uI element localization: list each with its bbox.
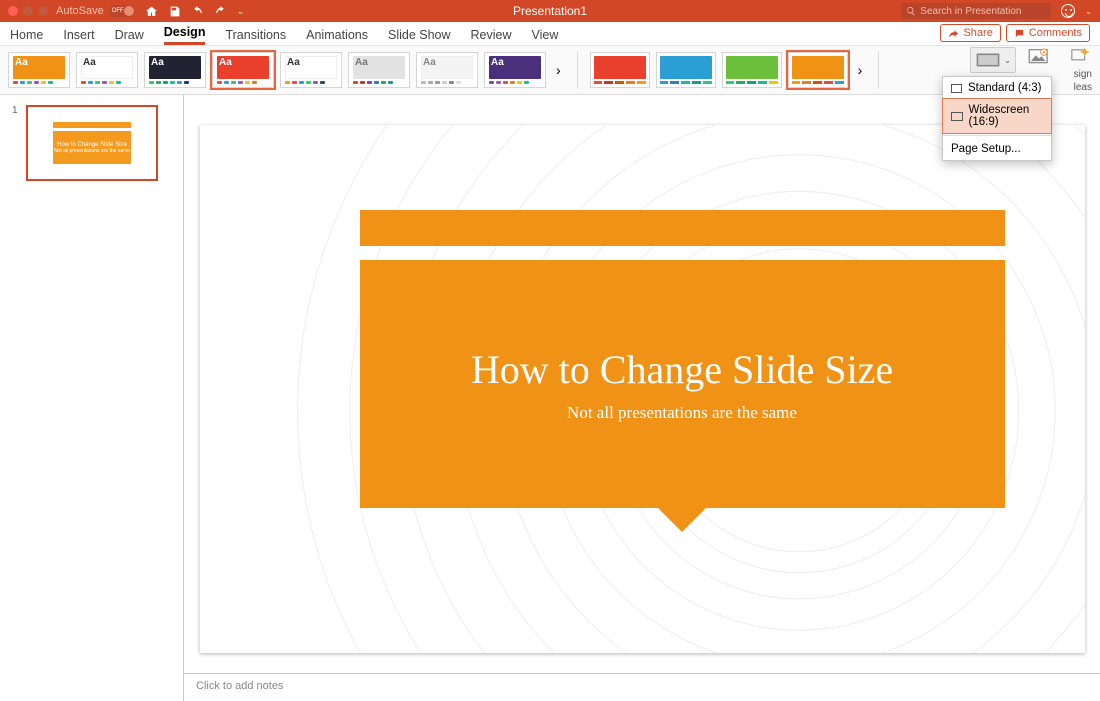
callout-tail-icon — [658, 508, 706, 532]
variant-orange-selected[interactable] — [788, 52, 848, 88]
slide-title-text[interactable]: How to Change Slide Size — [471, 346, 893, 393]
theme-option-1[interactable]: Aa — [8, 52, 70, 88]
theme-option-4-selected[interactable]: Aa — [212, 52, 274, 88]
autosave-toggle[interactable]: OFF — [109, 5, 135, 17]
tab-review[interactable]: Review — [471, 25, 512, 45]
widescreen-label: Widescreen (16:9) — [969, 104, 1043, 128]
callout-top-bar — [360, 210, 1005, 246]
theme-option-8[interactable]: Aa — [484, 52, 546, 88]
tab-transitions[interactable]: Transitions — [225, 25, 286, 45]
title-bar: AutoSave OFF ⌄ Presentation1 Search in P… — [0, 0, 1100, 22]
maximize-window-button[interactable] — [38, 6, 48, 16]
titlebar-right: Search in Presentation ⌄ — [901, 3, 1092, 19]
tab-slide-show[interactable]: Slide Show — [388, 25, 451, 45]
share-icon — [948, 28, 959, 39]
autosave-group: AutoSave OFF — [56, 5, 135, 17]
slide-number: 1 — [12, 105, 18, 116]
theme-aa-label: Aa — [15, 57, 28, 68]
theme-aa-label: Aa — [219, 57, 232, 68]
comments-button[interactable]: Comments — [1006, 24, 1090, 42]
theme-aa-label: Aa — [423, 57, 436, 68]
theme-option-2[interactable]: Aa — [76, 52, 138, 88]
tab-home[interactable]: Home — [10, 25, 43, 45]
variant-blue[interactable] — [656, 52, 716, 88]
ribbon-tabs: Home Insert Draw Design Transitions Anim… — [0, 22, 1100, 45]
slide-canvas[interactable]: How to Change Slide Size Not all present… — [200, 125, 1085, 653]
theme-aa-label: Aa — [355, 57, 368, 68]
title-callout[interactable]: How to Change Slide Size Not all present… — [360, 210, 1005, 510]
comments-label: Comments — [1029, 27, 1082, 39]
theme-option-6[interactable]: Aa — [348, 52, 410, 88]
theme-option-3[interactable]: Aa — [144, 52, 206, 88]
format-background-button[interactable] — [1026, 47, 1052, 67]
qa-toolbar-more-icon[interactable]: ⌄ — [237, 6, 245, 17]
slide-thumbnail-panel: 1 How to Change Slide Size Not all prese… — [0, 95, 184, 701]
page-setup-item[interactable]: Page Setup... — [943, 138, 1051, 160]
tab-draw[interactable]: Draw — [115, 25, 144, 45]
save-icon[interactable] — [168, 5, 181, 18]
callout-body: How to Change Slide Size Not all present… — [360, 260, 1005, 508]
account-icon[interactable] — [1061, 4, 1075, 18]
design-ideas-label-1: sign — [1074, 69, 1092, 80]
design-ideas-icon — [1066, 47, 1092, 67]
tab-insert[interactable]: Insert — [63, 25, 94, 45]
standard-label: Standard (4:3) — [968, 82, 1042, 94]
slide-editor: How to Change Slide Size Not all present… — [184, 95, 1100, 701]
share-comments-row: Share Comments — [940, 24, 1090, 42]
account-chevron-icon[interactable]: ⌄ — [1085, 7, 1092, 16]
document-title: Presentation1 — [513, 4, 587, 18]
search-icon — [906, 6, 916, 16]
variant-red[interactable] — [590, 52, 650, 88]
redo-icon[interactable] — [214, 5, 227, 18]
design-ribbon: Aa Aa Aa Aa Aa Aa Aa Aa › › ⌄ sign leas — [0, 45, 1100, 95]
ribbon-separator-2 — [878, 51, 879, 89]
slide-size-icon — [975, 50, 1001, 70]
home-icon[interactable] — [145, 5, 158, 18]
notes-pane[interactable]: Click to add notes — [184, 673, 1100, 701]
chevron-down-icon: ⌄ — [1004, 56, 1011, 65]
slide-subtitle-text[interactable]: Not all presentations are the same — [567, 403, 797, 423]
widescreen-ratio-icon — [951, 112, 963, 121]
minimize-window-button[interactable] — [23, 6, 33, 16]
slide-size-button[interactable]: ⌄ — [970, 47, 1016, 73]
theme-aa-label: Aa — [83, 57, 96, 68]
theme-aa-label: Aa — [151, 57, 164, 68]
close-window-button[interactable] — [8, 6, 18, 16]
page-setup-label: Page Setup... — [951, 143, 1021, 155]
slide-canvas-wrap: How to Change Slide Size Not all present… — [184, 95, 1100, 673]
slide-size-standard[interactable]: Standard (4:3) — [943, 77, 1051, 99]
ribbon-separator — [577, 51, 578, 89]
theme-option-5[interactable]: Aa — [280, 52, 342, 88]
share-button[interactable]: Share — [940, 24, 1000, 42]
comment-icon — [1014, 28, 1025, 39]
workspace: 1 How to Change Slide Size Not all prese… — [0, 95, 1100, 701]
window-controls — [0, 6, 48, 16]
slide-size-widescreen[interactable]: Widescreen (16:9) — [942, 98, 1052, 134]
search-placeholder: Search in Presentation — [920, 6, 1021, 17]
autosave-label: AutoSave — [56, 5, 104, 17]
format-background-icon — [1026, 47, 1052, 67]
undo-icon[interactable] — [191, 5, 204, 18]
dropdown-separator — [943, 135, 1051, 136]
variant-green[interactable] — [722, 52, 782, 88]
tab-design[interactable]: Design — [164, 22, 206, 45]
theme-option-7[interactable]: Aa — [416, 52, 478, 88]
theme-aa-label: Aa — [491, 57, 504, 68]
tab-animations[interactable]: Animations — [306, 25, 368, 45]
tab-view[interactable]: View — [532, 25, 559, 45]
search-input[interactable]: Search in Presentation — [901, 3, 1051, 19]
slide-size-dropdown: Standard (4:3) Widescreen (16:9) Page Se… — [942, 76, 1052, 161]
variants-more-button[interactable]: › — [854, 62, 867, 78]
themes-more-button[interactable]: › — [552, 62, 565, 78]
design-ideas-label-2: leas — [1074, 82, 1092, 93]
theme-aa-label: Aa — [287, 57, 300, 68]
quick-access-toolbar: ⌄ — [145, 5, 245, 18]
share-label: Share — [963, 27, 992, 39]
notes-placeholder: Click to add notes — [196, 680, 283, 692]
slide-1-thumbnail[interactable]: How to Change Slide Size Not all present… — [26, 105, 158, 181]
standard-ratio-icon — [951, 84, 962, 93]
design-ideas-button[interactable]: sign leas — [1062, 47, 1092, 93]
